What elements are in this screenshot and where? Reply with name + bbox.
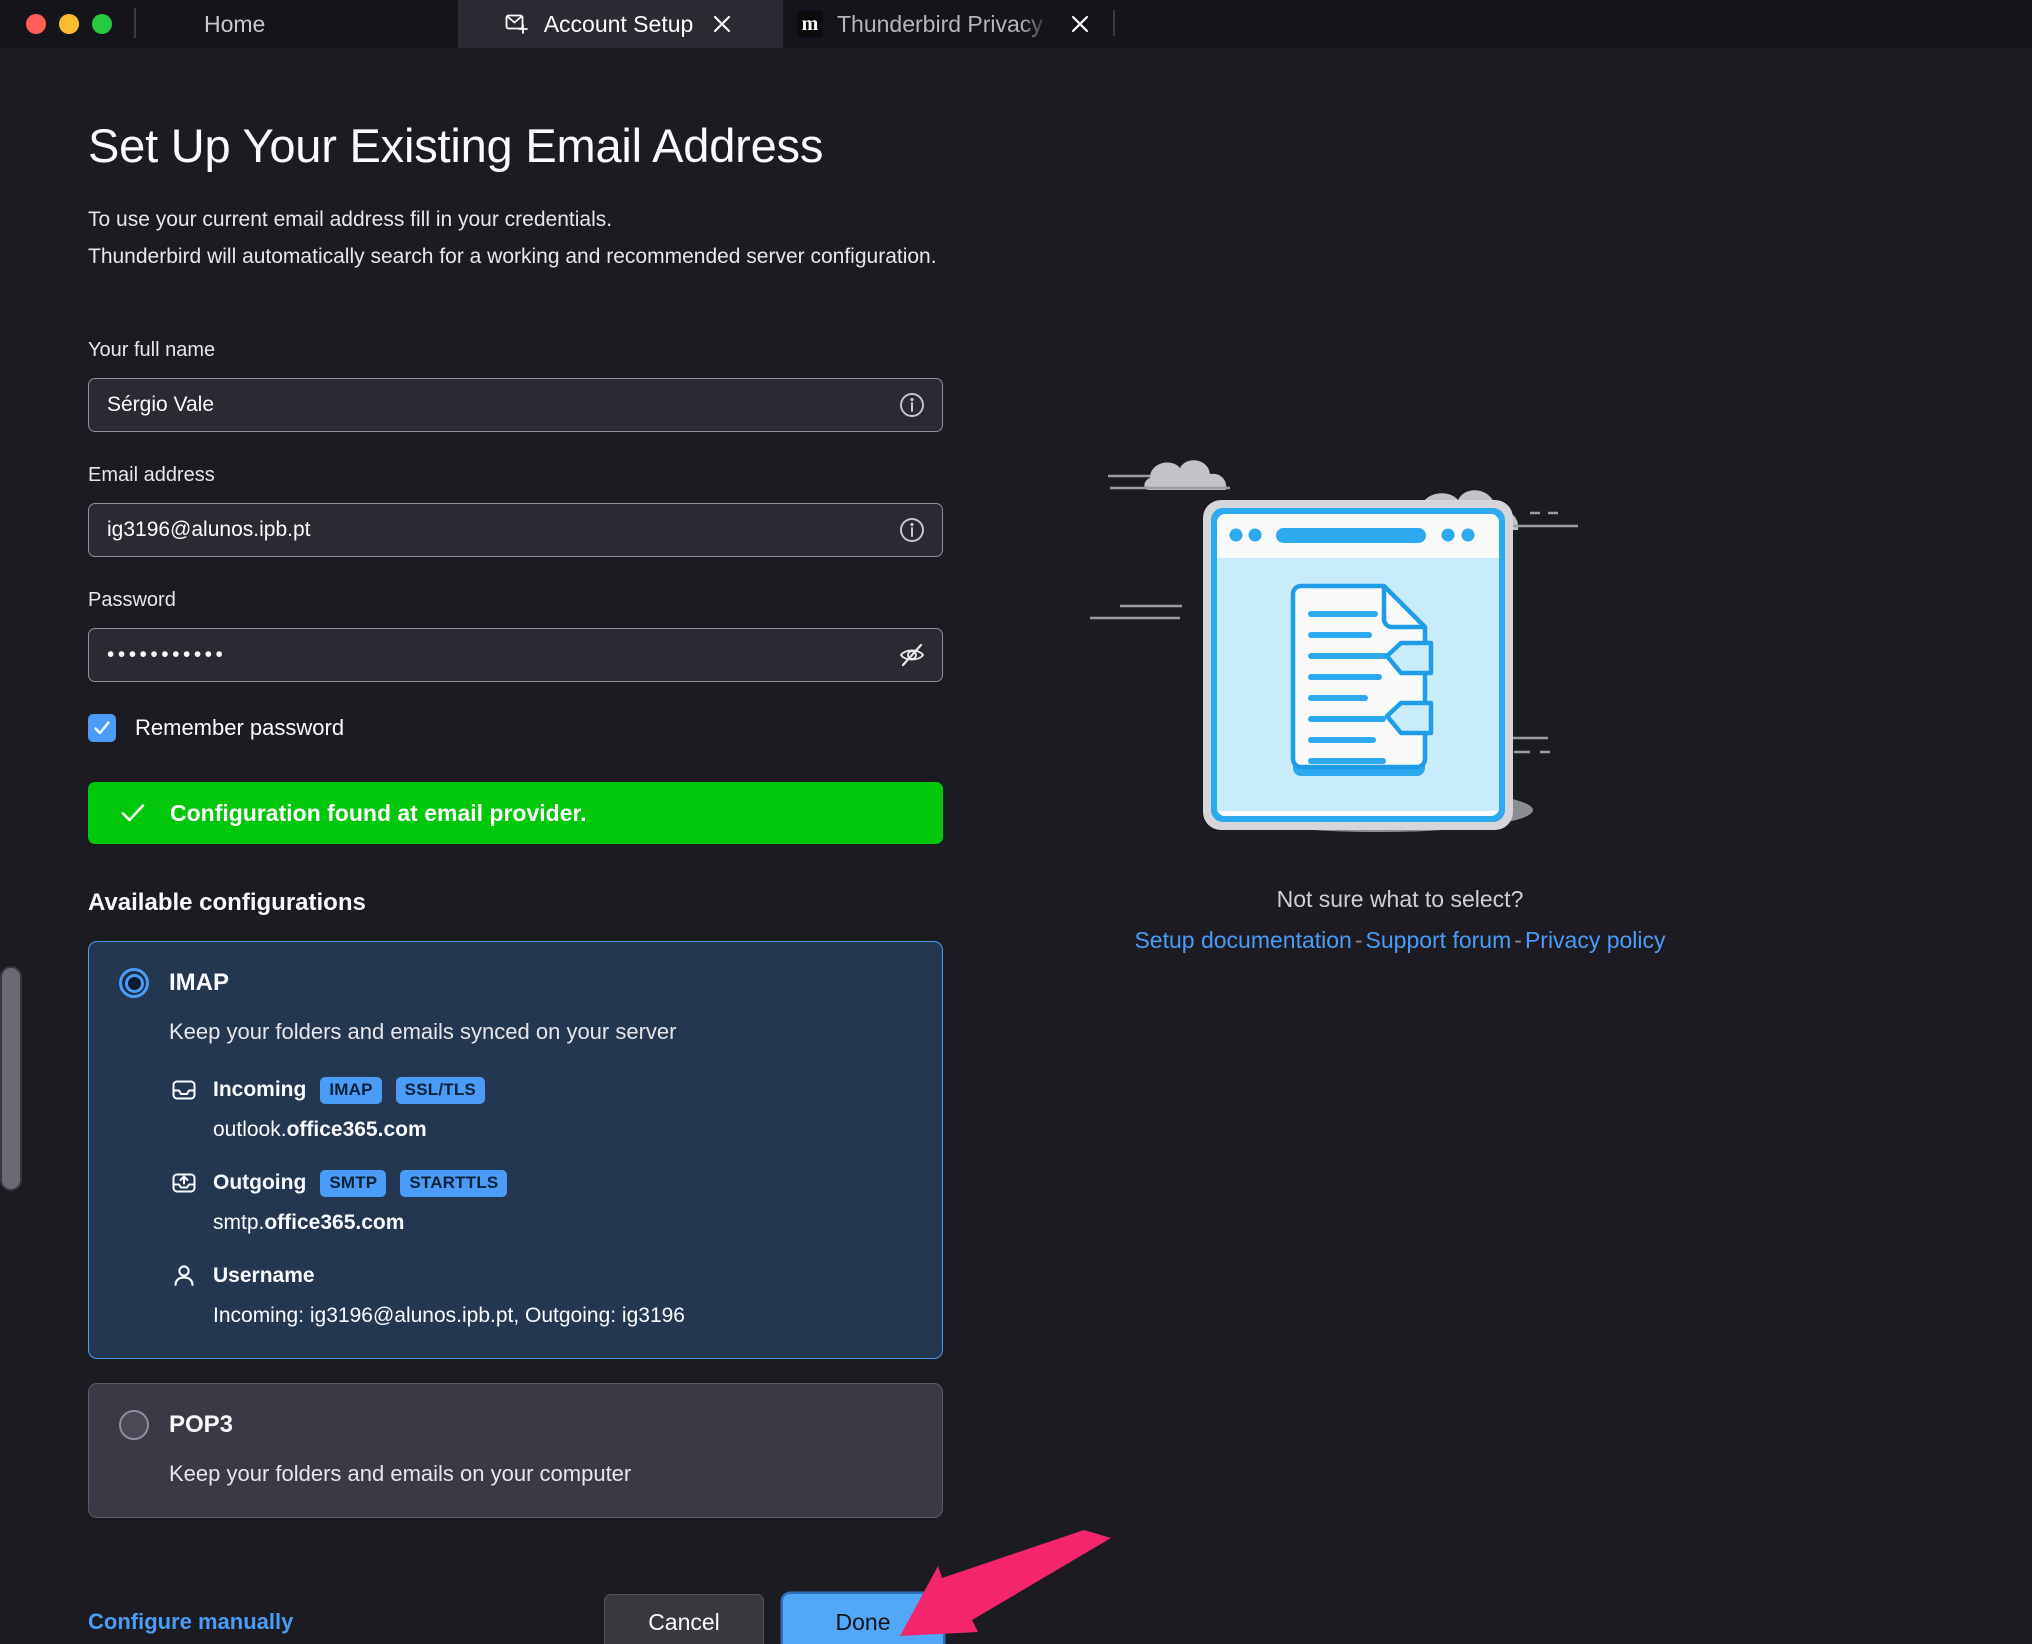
window-close-button[interactable] <box>26 14 46 34</box>
done-button[interactable]: Done <box>783 1594 943 1644</box>
tab-thunderbird-privacy-notice[interactable]: m Thunderbird Privacy Notice - <box>783 0 1113 48</box>
help-column: Not sure what to select? Setup documenta… <box>1090 418 1710 954</box>
hide-password-icon[interactable] <box>897 640 927 670</box>
tab-account-setup-label: Account Setup <box>543 10 694 37</box>
imap-username-label: Username <box>213 1264 315 1287</box>
pop3-radio-button[interactable] <box>119 1410 149 1440</box>
config-option-imap[interactable]: IMAP Keep your folders and emails synced… <box>88 941 943 1359</box>
configuration-found-banner: Configuration found at email provider. <box>88 782 943 844</box>
tab-privacy-notice-label: Thunderbird Privacy Notice - <box>837 10 1051 37</box>
link-separator-2: - <box>1514 927 1522 953</box>
imap-username-value: Incoming: ig3196@alunos.ipb.pt, Outgoing… <box>213 1304 685 1327</box>
close-icon[interactable] <box>1065 9 1095 39</box>
imap-outgoing-block: Outgoing SMTP STARTTLS smtp.office365.co… <box>169 1168 912 1235</box>
field-full-name: Your full name <box>88 339 988 432</box>
full-name-label: Your full name <box>88 339 216 361</box>
imap-title: IMAP <box>169 969 229 996</box>
imap-incoming-block: Incoming IMAP SSL/TLS outlook.office365.… <box>169 1075 912 1142</box>
imap-outgoing-protocol-badge: SMTP <box>320 1169 387 1197</box>
configuration-found-text: Configuration found at email provider. <box>170 799 587 826</box>
window-traffic-lights <box>0 0 134 48</box>
full-name-input[interactable] <box>88 378 943 432</box>
outbox-icon <box>169 1168 199 1198</box>
info-icon[interactable] <box>897 515 927 545</box>
privacy-policy-link[interactable]: Privacy policy <box>1525 927 1666 953</box>
tab-home-label: Home <box>204 10 266 37</box>
pop3-description: Keep your folders and emails on your com… <box>169 1461 632 1486</box>
available-configurations-heading: Available configurations <box>88 889 366 916</box>
tabbar-divider-right <box>1113 10 1115 36</box>
tab-account-setup[interactable]: Account Setup <box>458 0 783 48</box>
configure-manually-link[interactable]: Configure manually <box>88 1609 293 1635</box>
account-setup-content: Set Up Your Existing Email Address To us… <box>0 48 2032 1644</box>
remember-password-checkbox[interactable] <box>88 714 116 742</box>
pop3-card-header: POP3 <box>119 1410 912 1440</box>
close-icon[interactable] <box>707 9 737 39</box>
action-buttons: Cancel Done <box>604 1594 943 1644</box>
remember-password-row[interactable]: Remember password <box>88 714 988 742</box>
window-minimize-button[interactable] <box>59 14 79 34</box>
tab-bar: Home Account Setup m Thunderbird Privacy… <box>0 0 2032 48</box>
imap-incoming-security-badge: SSL/TLS <box>395 1076 485 1104</box>
vertical-scrollbar[interactable] <box>0 96 22 1644</box>
cancel-button[interactable]: Cancel <box>604 1594 764 1644</box>
imap-outgoing-server-domain: office365.com <box>264 1211 405 1234</box>
pop3-title: POP3 <box>169 1411 234 1438</box>
page-subtitle: To use your current email address fill i… <box>88 201 988 275</box>
scrollbar-thumb[interactable] <box>0 966 22 1191</box>
imap-outgoing-security-badge: STARTTLS <box>400 1169 508 1197</box>
info-icon[interactable] <box>897 390 927 420</box>
action-bar: Configure manually Cancel Done <box>88 1594 943 1644</box>
imap-radio-button[interactable] <box>119 968 149 998</box>
imap-incoming-protocol-badge: IMAP <box>320 1076 382 1104</box>
inbox-icon <box>169 1075 199 1105</box>
email-address-label: Email address <box>88 464 215 486</box>
imap-incoming-server-prefix: outlook. <box>213 1118 287 1141</box>
imap-description: Keep your folders and emails synced on y… <box>169 1019 677 1044</box>
imap-incoming-server-domain: office365.com <box>286 1118 427 1141</box>
imap-outgoing-server: smtp.office365.com <box>213 1211 912 1235</box>
thunderbird-account-setup-window: Home Account Setup m Thunderbird Privacy… <box>0 0 2032 1644</box>
email-address-input[interactable] <box>88 503 943 557</box>
checkmark-icon <box>118 798 148 828</box>
imap-outgoing-server-prefix: smtp. <box>213 1211 265 1234</box>
page-title: Set Up Your Existing Email Address <box>88 119 824 172</box>
imap-username-block: Username Incoming: ig3196@alunos.ipb.pt,… <box>169 1261 912 1328</box>
setup-documentation-link[interactable]: Setup documentation <box>1134 927 1351 953</box>
imap-incoming-label: Incoming <box>213 1078 307 1101</box>
page-subtitle-line1: To use your current email address fill i… <box>88 208 613 231</box>
page-subtitle-line2: Thunderbird will automatically search fo… <box>88 245 937 268</box>
help-links: Setup documentation - Support forum - Privac… <box>1090 927 1710 954</box>
mozilla-m-favicon: m <box>797 11 823 37</box>
person-icon <box>169 1261 199 1291</box>
browser-window-illustration <box>1203 500 1513 830</box>
field-email-address: Email address <box>88 464 988 557</box>
support-forum-link[interactable]: Support forum <box>1366 927 1512 953</box>
remember-password-label: Remember password <box>135 715 345 740</box>
new-mail-icon <box>504 11 530 37</box>
imap-incoming-server: outlook.office365.com <box>213 1118 912 1142</box>
window-maximize-button[interactable] <box>92 14 112 34</box>
setup-illustration <box>1090 418 1710 838</box>
config-option-pop3[interactable]: POP3 Keep your folders and emails on you… <box>88 1383 943 1518</box>
field-password: Password ••••••••••• <box>88 589 988 682</box>
tab-home[interactable]: Home <box>136 0 458 48</box>
setup-form-column: Set Up Your Existing Email Address To us… <box>88 118 988 1518</box>
link-separator-1: - <box>1354 927 1363 953</box>
imap-card-header: IMAP <box>119 968 912 998</box>
imap-outgoing-label: Outgoing <box>213 1171 307 1194</box>
password-input[interactable]: ••••••••••• <box>88 628 943 682</box>
help-question: Not sure what to select? <box>1276 886 1524 912</box>
password-label: Password <box>88 589 176 611</box>
